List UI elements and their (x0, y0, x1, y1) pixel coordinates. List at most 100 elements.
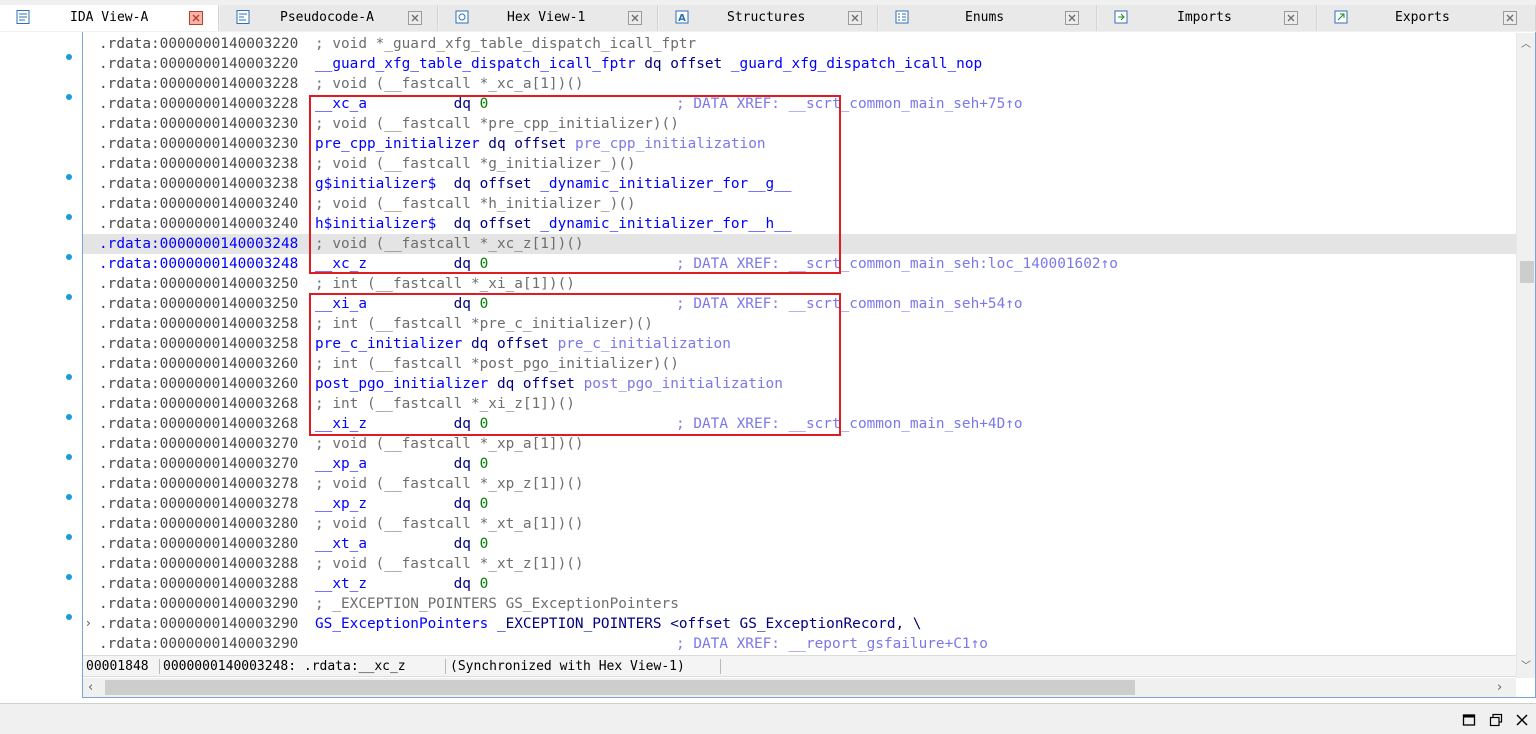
listing-line[interactable]: .rdata:0000000140003280 __xt_a dq 0 (83, 534, 1516, 554)
line-instruction[interactable]: ; void (__fastcall *_xt_a[1])() (315, 514, 584, 534)
line-address[interactable]: .rdata:0000000140003240 (99, 194, 298, 214)
line-address[interactable]: .rdata:0000000140003238 (99, 174, 298, 194)
line-address[interactable]: .rdata:0000000140003248 (99, 254, 298, 274)
listing-line[interactable]: .rdata:0000000140003288 __xt_z dq 0 (83, 574, 1516, 594)
line-instruction[interactable]: ; _EXCEPTION_POINTERS GS_ExceptionPointe… (315, 594, 679, 614)
vertical-scrollbar[interactable]: ︿ ﹀ (1516, 33, 1535, 678)
line-marker-dot[interactable] (66, 174, 72, 180)
listing-line[interactable]: .rdata:0000000140003280 ; void (__fastcal… (83, 514, 1516, 534)
line-marker-dot[interactable] (66, 374, 72, 380)
line-marker-dot[interactable] (66, 614, 72, 620)
listing-line[interactable]: .rdata:0000000140003270 __xp_a dq 0 (83, 454, 1516, 474)
line-address[interactable]: .rdata:0000000140003270 (99, 454, 298, 474)
line-marker-dot[interactable] (66, 94, 72, 100)
line-address[interactable]: .rdata:0000000140003220 (99, 54, 298, 74)
close-icon[interactable] (1065, 11, 1079, 25)
line-marker-dot[interactable] (66, 574, 72, 580)
close-icon[interactable] (1503, 11, 1517, 25)
line-address[interactable]: .rdata:0000000140003268 (99, 414, 298, 434)
listing-line[interactable]: .rdata:0000000140003278 ; void (__fastcal… (83, 474, 1516, 494)
line-address[interactable]: .rdata:0000000140003250 (99, 294, 298, 314)
line-instruction[interactable]: __xp_a dq 0 (315, 454, 488, 474)
line-marker-dot[interactable] (66, 54, 72, 60)
line-marker-dot[interactable] (66, 494, 72, 500)
tab-enums[interactable]: Enums (879, 5, 1097, 31)
close-icon[interactable] (1284, 11, 1298, 25)
scroll-left-icon[interactable]: ‹ (88, 680, 93, 695)
listing-line[interactable]: .rdata:0000000140003290 ; DATA XREF: __re… (83, 634, 1516, 654)
vertical-scroll-thumb[interactable] (1520, 261, 1534, 283)
line-marker-dot[interactable] (66, 294, 72, 300)
line-address[interactable]: .rdata:0000000140003238 (99, 154, 298, 174)
line-marker-dot[interactable] (66, 254, 72, 260)
line-address[interactable]: .rdata:0000000140003278 (99, 494, 298, 514)
close-icon[interactable] (848, 11, 862, 25)
tab-imports[interactable]: Imports (1098, 5, 1317, 31)
line-marker-dot[interactable] (66, 454, 72, 460)
listing-line[interactable]: .rdata:0000000140003220 __guard_xfg_table… (83, 54, 1516, 74)
line-address[interactable]: .rdata:0000000140003280 (99, 514, 298, 534)
line-instruction[interactable]: __xt_a dq 0 (315, 534, 488, 554)
listing-line[interactable]: .rdata:0000000140003228 ; void (__fastcal… (83, 74, 1516, 94)
line-instruction[interactable]: __xt_z dq 0 (315, 574, 488, 594)
line-address[interactable]: .rdata:0000000140003248 (99, 234, 298, 254)
scroll-right-icon[interactable]: › (1497, 680, 1502, 695)
line-marker-dot[interactable] (66, 214, 72, 220)
line-address[interactable]: .rdata:0000000140003290 (99, 594, 298, 614)
listing-line[interactable]: .rdata:0000000140003290 GS_ExceptionPoint… (83, 614, 1516, 634)
line-instruction[interactable]: __xp_z dq 0 (315, 494, 488, 514)
line-address[interactable]: .rdata:0000000140003250 (99, 274, 298, 294)
line-instruction[interactable]: ; void (__fastcall *_xp_a[1])() (315, 434, 584, 454)
line-instruction[interactable]: ; void *_guard_xfg_table_dispatch_icall_… (315, 34, 696, 54)
line-address[interactable]: .rdata:0000000140003268 (99, 394, 298, 414)
line-instruction[interactable]: ; void (__fastcall *_xp_z[1])() (315, 474, 584, 494)
line-address[interactable]: .rdata:0000000140003240 (99, 214, 298, 234)
xref-comment[interactable]: ; DATA XREF: __report_gsfailure+C1↑o (676, 634, 988, 654)
horizontal-scrollbar[interactable]: ‹ › (83, 678, 1516, 697)
line-instruction[interactable]: ; int (__fastcall *_xi_a[1])() (315, 274, 575, 294)
breakpoint-gutter[interactable] (0, 32, 82, 698)
tab-structures[interactable]: A Structures (659, 5, 878, 31)
tab-hex-view-1[interactable]: Hex View-1 (439, 5, 658, 31)
line-address[interactable]: .rdata:0000000140003228 (99, 74, 298, 94)
line-address[interactable]: .rdata:0000000140003260 (99, 374, 298, 394)
line-address[interactable]: .rdata:0000000140003270 (99, 434, 298, 454)
close-icon[interactable] (628, 11, 642, 25)
line-instruction[interactable]: __guard_xfg_table_dispatch_icall_fptr dq… (315, 54, 982, 74)
tab-pseudocode-a[interactable]: Pseudocode-A (220, 5, 438, 31)
line-address[interactable]: .rdata:0000000140003280 (99, 534, 298, 554)
line-address[interactable]: .rdata:0000000140003228 (99, 94, 298, 114)
listing-line[interactable]: .rdata:0000000140003290 ; _EXCEPTION_POIN… (83, 594, 1516, 614)
line-address[interactable]: .rdata:0000000140003290 (99, 614, 298, 634)
line-address[interactable]: .rdata:0000000140003260 (99, 354, 298, 374)
line-address[interactable]: .rdata:0000000140003288 (99, 574, 298, 594)
line-address[interactable]: .rdata:0000000140003220 (99, 34, 298, 54)
listing-line[interactable]: .rdata:0000000140003270 ; void (__fastcal… (83, 434, 1516, 454)
line-instruction[interactable]: ; void (__fastcall *_xt_z[1])() (315, 554, 584, 574)
line-marker-dot[interactable] (66, 414, 72, 420)
line-address[interactable]: .rdata:0000000140003230 (99, 134, 298, 154)
line-marker-dot[interactable] (66, 534, 72, 540)
line-address[interactable]: .rdata:0000000140003230 (99, 114, 298, 134)
listing-line[interactable]: .rdata:0000000140003288 ; void (__fastcal… (83, 554, 1516, 574)
line-address[interactable]: .rdata:0000000140003288 (99, 554, 298, 574)
line-address[interactable]: .rdata:0000000140003278 (99, 474, 298, 494)
listing-line[interactable]: .rdata:0000000140003250 ; int (__fastcall… (83, 274, 1516, 294)
close-icon[interactable] (408, 11, 422, 25)
close-icon[interactable] (1515, 713, 1529, 727)
line-address[interactable]: .rdata:0000000140003258 (99, 334, 298, 354)
restore-icon[interactable] (1489, 713, 1503, 727)
line-instruction[interactable]: ; void (__fastcall *_xc_a[1])() (315, 74, 584, 94)
maximize-icon[interactable] (1462, 713, 1476, 727)
close-icon[interactable] (189, 11, 203, 25)
line-address[interactable]: .rdata:0000000140003258 (99, 314, 298, 334)
line-instruction[interactable]: GS_ExceptionPointers _EXCEPTION_POINTERS… (315, 614, 921, 634)
scroll-up-icon[interactable]: ︿ (1521, 35, 1531, 50)
line-address[interactable]: .rdata:0000000140003290 (99, 634, 298, 654)
scroll-down-icon[interactable]: ﹀ (1521, 657, 1531, 672)
horizontal-scroll-thumb[interactable] (105, 680, 1135, 695)
expand-chevron-icon[interactable]: › (86, 616, 91, 630)
listing-line[interactable]: .rdata:0000000140003278 __xp_z dq 0 (83, 494, 1516, 514)
tab-ida-view-a[interactable]: IDA View-A (0, 5, 219, 31)
listing-line[interactable]: .rdata:0000000140003220 ; void *_guard_xf… (83, 34, 1516, 54)
